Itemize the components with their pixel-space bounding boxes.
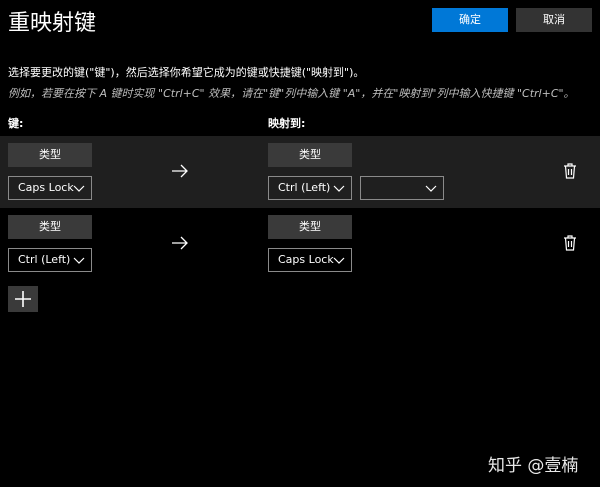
- example-text: 例如，若要在按下 A 键时实现 "Ctrl+C" 效果，请在"键"列中输入键 "…: [8, 87, 575, 100]
- key-dropdown[interactable]: Caps Lock: [8, 176, 92, 200]
- key-dropdown-value: Caps Lock: [18, 181, 74, 194]
- map-dropdown[interactable]: Caps Lock: [268, 248, 352, 272]
- chevron-down-icon: [425, 185, 437, 192]
- chevron-down-icon: [333, 185, 345, 192]
- key-column-header: 键:: [8, 117, 24, 130]
- chevron-down-icon: [333, 257, 345, 264]
- ok-button[interactable]: 确定: [432, 8, 508, 32]
- map-column-header: 映射到:: [268, 117, 306, 130]
- key-type-button[interactable]: 类型: [8, 143, 92, 167]
- map-dropdown-value: Ctrl (Left): [278, 181, 331, 194]
- chevron-down-icon: [73, 185, 85, 192]
- cancel-button[interactable]: 取消: [516, 8, 592, 32]
- map-type-button[interactable]: 类型: [268, 143, 352, 167]
- key-type-button[interactable]: 类型: [8, 215, 92, 239]
- chevron-down-icon: [73, 257, 85, 264]
- map-type-button[interactable]: 类型: [268, 215, 352, 239]
- map-dropdown[interactable]: Ctrl (Left): [268, 176, 352, 200]
- map-dropdown-value: Caps Lock: [278, 253, 334, 266]
- arrow-right-icon: [172, 236, 188, 250]
- arrow-right-icon: [172, 164, 188, 178]
- page-title: 重映射键: [8, 11, 97, 36]
- key-dropdown[interactable]: Ctrl (Left): [8, 248, 92, 272]
- plus-icon: [15, 291, 31, 307]
- map-extra-dropdown[interactable]: [360, 176, 444, 200]
- trash-icon[interactable]: [563, 235, 577, 251]
- instruction-text: 选择要更改的键("键")，然后选择你希望它成为的键或快捷键("映射到")。: [8, 66, 365, 79]
- trash-icon[interactable]: [563, 163, 577, 179]
- watermark: 知乎 @壹楠: [488, 456, 579, 476]
- add-mapping-button[interactable]: [8, 286, 38, 312]
- key-dropdown-value: Ctrl (Left): [18, 253, 71, 266]
